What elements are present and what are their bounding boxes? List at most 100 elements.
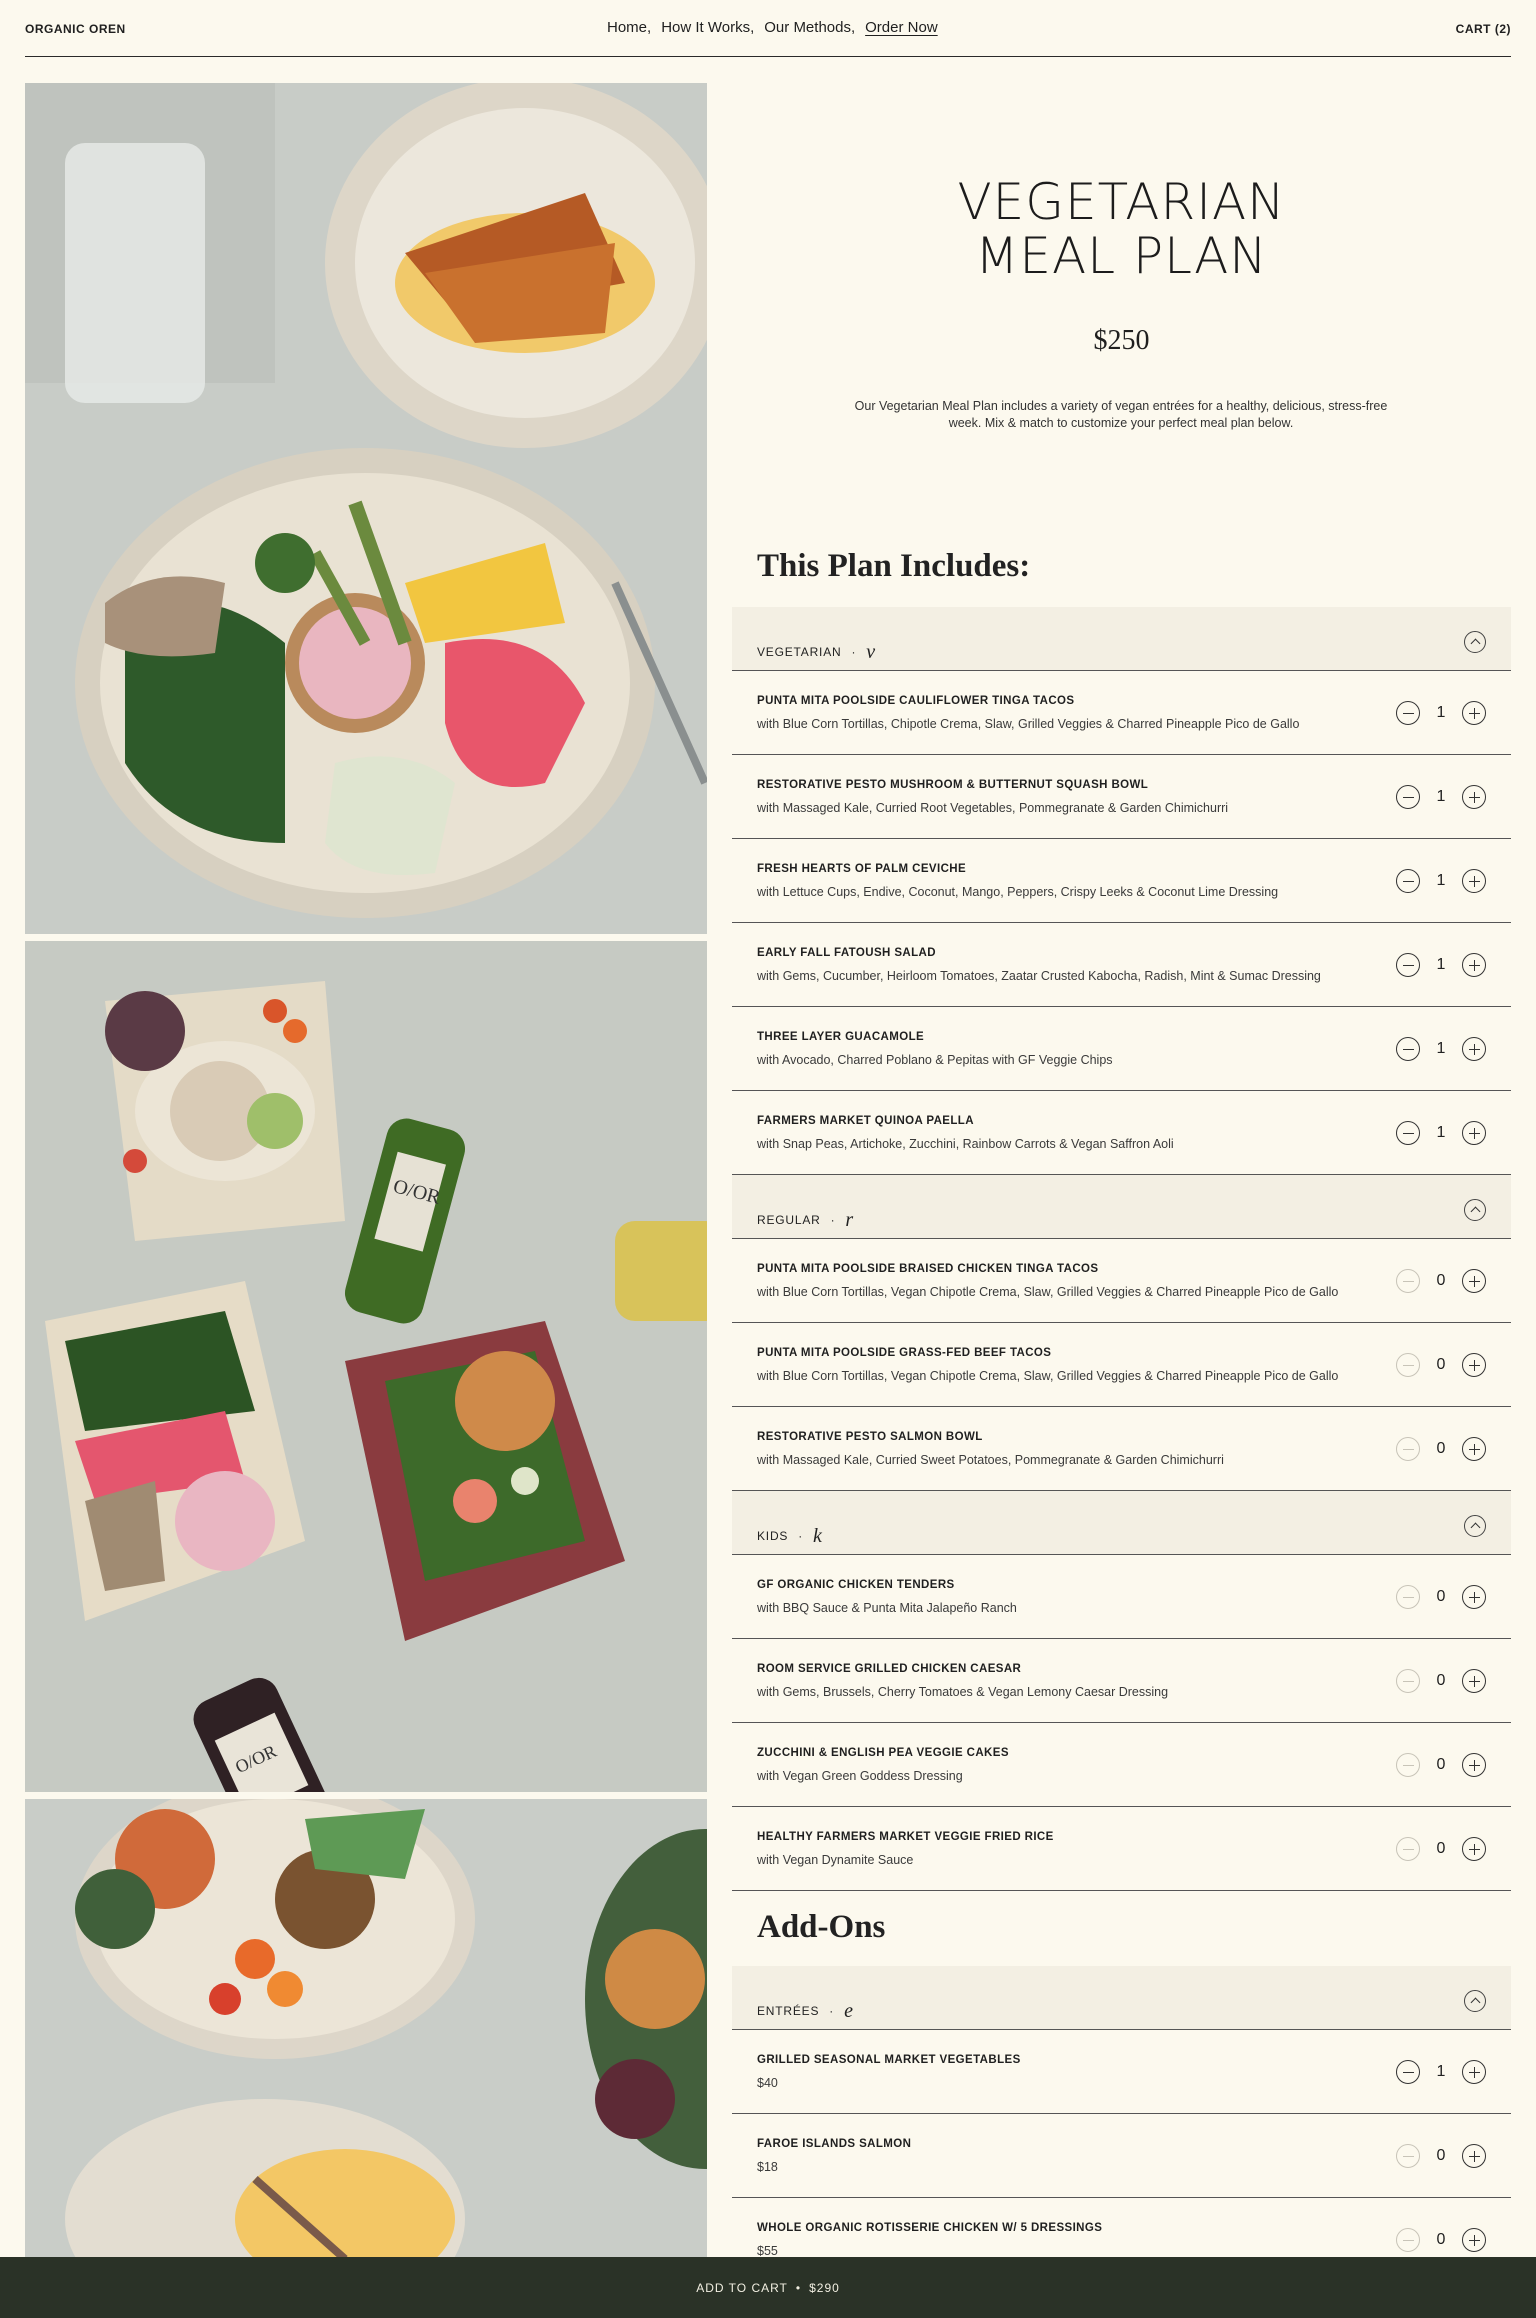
product-title-line-2: MEAL PLAN [975,227,1268,285]
decrement-button[interactable] [1396,785,1420,809]
food-photo-bowl-and-plate [25,83,707,934]
item-description: with Blue Corn Tortillas, Vegan Chipotle… [757,1285,1339,1299]
increment-button[interactable] [1462,2144,1486,2168]
collapse-chevron-icon[interactable] [1464,631,1486,653]
quantity-stepper: 0 [1396,1753,1486,1777]
category-kids[interactable]: KIDS · k [732,1491,1511,1555]
quantity-stepper: 0 [1396,2228,1486,2252]
increment-button[interactable] [1462,785,1486,809]
decrement-button[interactable] [1396,1037,1420,1061]
decrement-button[interactable] [1396,1269,1420,1293]
decrement-button[interactable] [1396,1121,1420,1145]
increment-button[interactable] [1462,1585,1486,1609]
item-description: with Avocado, Charred Poblano & Pepitas … [757,1053,1113,1067]
separator-dot: • [795,2280,802,2295]
item-description: with Snap Peas, Artichoke, Zucchini, Rai… [757,1137,1174,1151]
collapse-chevron-icon[interactable] [1464,1199,1486,1221]
add-to-cart-label: ADD TO CART [696,2280,788,2295]
collapse-chevron-icon[interactable] [1464,1515,1486,1537]
quantity-value: 0 [1436,1840,1446,1857]
increment-button[interactable] [1462,1037,1486,1061]
increment-button[interactable] [1462,701,1486,725]
food-photo-meal-containers: O/OR O/OR [25,941,707,1792]
nav-home[interactable]: Home, [607,19,651,36]
brand-logo[interactable]: ORGANIC OREN [25,22,126,36]
decrement-button[interactable] [1396,701,1420,725]
menu-item: THREE LAYER GUACAMOLE with Avocado, Char… [732,1007,1511,1091]
addon-item: FAROE ISLANDS SALMON $18 0 [732,2114,1511,2198]
item-price: $55 [757,2244,778,2258]
item-description: with Blue Corn Tortillas, Vegan Chipotle… [757,1369,1339,1383]
category-entrees[interactable]: ENTRÉES · e [732,1966,1511,2030]
quantity-value: 1 [1436,788,1446,805]
increment-button[interactable] [1462,2228,1486,2252]
increment-button[interactable] [1462,1353,1486,1377]
quantity-stepper: 0 [1396,2144,1486,2168]
category-letter: v [866,641,876,663]
category-label: REGULAR [757,1213,821,1227]
menu-item: GF ORGANIC CHICKEN TENDERS with BBQ Sauc… [732,1555,1511,1639]
main-nav: Home, How It Works, Our Methods, Order N… [607,19,948,36]
quantity-stepper: 1 [1396,1037,1486,1061]
item-name: WHOLE ORGANIC ROTISSERIE CHICKEN W/ 5 DR… [757,2222,1103,2234]
increment-button[interactable] [1462,2060,1486,2084]
nav-order-now[interactable]: Order Now [865,19,938,36]
decrement-button[interactable] [1396,1753,1420,1777]
item-name: FRESH HEARTS OF PALM CEVICHE [757,863,967,875]
menu-item: PUNTA MITA POOLSIDE CAULIFLOWER TINGA TA… [732,671,1511,755]
item-description: with Blue Corn Tortillas, Chipotle Crema… [757,717,1300,731]
increment-button[interactable] [1462,869,1486,893]
category-label: ENTRÉES [757,2004,820,2018]
nav-how-it-works[interactable]: How It Works, [661,19,754,36]
quantity-value: 0 [1436,1672,1446,1689]
quantity-value: 1 [1436,872,1446,889]
item-price: $18 [757,2160,778,2174]
item-name: RESTORATIVE PESTO MUSHROOM & BUTTERNUT S… [757,779,1149,791]
item-name: PUNTA MITA POOLSIDE BRAISED CHICKEN TING… [757,1263,1099,1275]
item-description: with Massaged Kale, Curried Root Vegetab… [757,801,1229,815]
decrement-button[interactable] [1396,1669,1420,1693]
quantity-value: 1 [1436,956,1446,973]
quantity-value: 0 [1436,1440,1446,1457]
quantity-value: 1 [1436,1124,1446,1141]
collapse-chevron-icon[interactable] [1464,1990,1486,2012]
quantity-value: 1 [1436,704,1446,721]
quantity-stepper: 0 [1396,1585,1486,1609]
top-navigation-bar: ORGANIC OREN Home, How It Works, Our Met… [0,0,1536,56]
item-name: RESTORATIVE PESTO SALMON BOWL [757,1431,983,1443]
decrement-button[interactable] [1396,2144,1420,2168]
quantity-stepper: 1 [1396,953,1486,977]
increment-button[interactable] [1462,1121,1486,1145]
nav-our-methods[interactable]: Our Methods, [764,19,855,36]
cart-link[interactable]: CART (2) [1456,22,1511,36]
decrement-button[interactable] [1396,1437,1420,1461]
quantity-stepper: 1 [1396,869,1486,893]
add-to-cart-button[interactable]: ADD TO CART • $290 [0,2257,1536,2318]
increment-button[interactable] [1462,953,1486,977]
menu-item: ZUCCHINI & ENGLISH PEA VEGGIE CAKES with… [732,1723,1511,1807]
decrement-button[interactable] [1396,1353,1420,1377]
category-vegetarian[interactable]: VEGETARIAN · v [732,607,1511,671]
category-regular[interactable]: REGULAR · r [732,1175,1511,1239]
category-letter: k [813,1525,823,1547]
quantity-value: 0 [1436,2231,1446,2248]
decrement-button[interactable] [1396,869,1420,893]
quantity-stepper: 1 [1396,1121,1486,1145]
product-title: VEGETARIAN MEAL PLAN [732,175,1511,283]
item-name: ZUCCHINI & ENGLISH PEA VEGGIE CAKES [757,1747,1009,1759]
increment-button[interactable] [1462,1837,1486,1861]
quantity-stepper: 0 [1396,1437,1486,1461]
decrement-button[interactable] [1396,2060,1420,2084]
increment-button[interactable] [1462,1269,1486,1293]
quantity-value: 0 [1436,1272,1446,1289]
quantity-stepper: 1 [1396,2060,1486,2084]
increment-button[interactable] [1462,1669,1486,1693]
decrement-button[interactable] [1396,953,1420,977]
quantity-stepper: 1 [1396,701,1486,725]
increment-button[interactable] [1462,1753,1486,1777]
quantity-stepper: 0 [1396,1837,1486,1861]
increment-button[interactable] [1462,1437,1486,1461]
decrement-button[interactable] [1396,1585,1420,1609]
decrement-button[interactable] [1396,2228,1420,2252]
decrement-button[interactable] [1396,1837,1420,1861]
